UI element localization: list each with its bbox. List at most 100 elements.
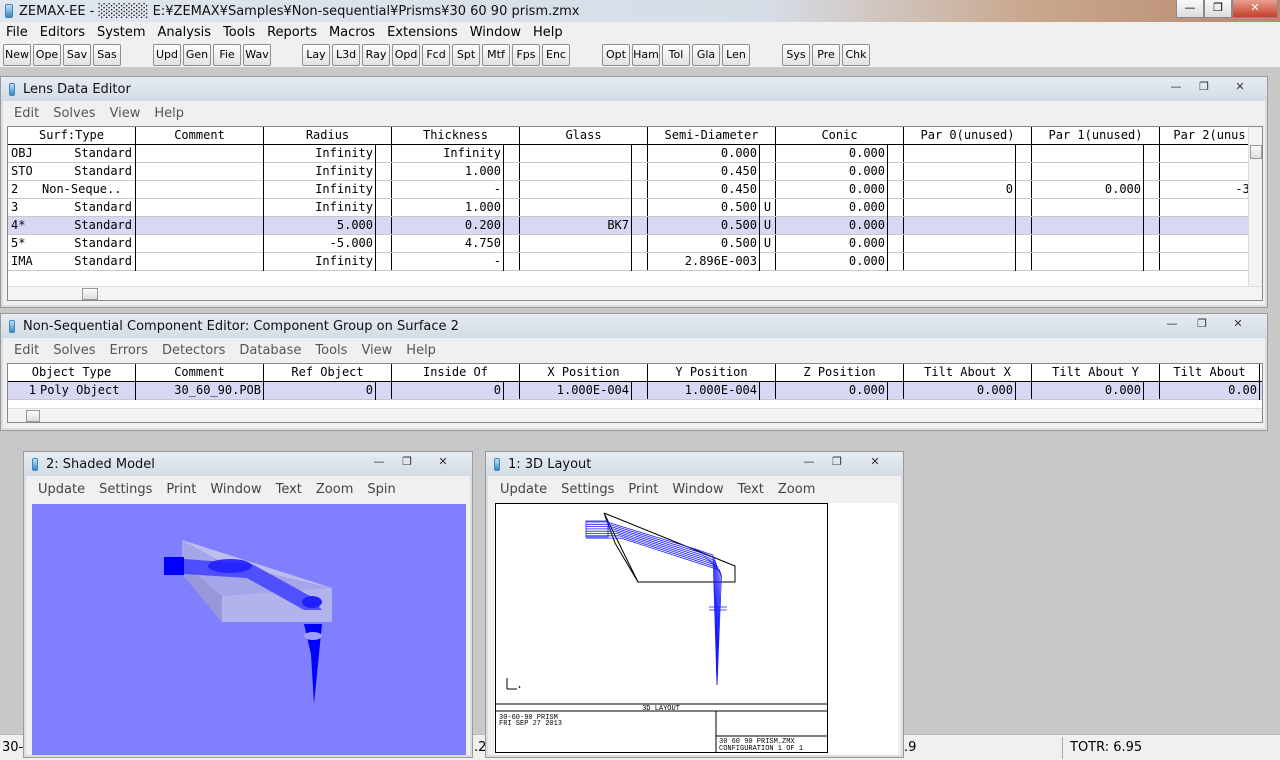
radius-cell[interactable]: Infinity xyxy=(264,253,376,271)
layout-menu-text[interactable]: Text xyxy=(731,482,771,497)
thickness-solve-cell[interactable] xyxy=(504,145,520,162)
lde-menu-view[interactable]: View xyxy=(102,106,147,121)
par0-cell[interactable]: 0 xyxy=(904,181,1016,199)
radius-solve-cell[interactable] xyxy=(376,145,392,162)
lde-row[interactable]: IMA Standard Infinity - 2.896E-003 0.000 xyxy=(8,253,1262,271)
nsce-menu-detectors[interactable]: Detectors xyxy=(155,343,232,358)
semi-diameter-solve-cell[interactable] xyxy=(760,253,776,270)
menu-editors[interactable]: Editors xyxy=(34,25,91,40)
shaded-menu-print[interactable]: Print xyxy=(159,482,203,497)
conic-cell[interactable]: 0.000 xyxy=(776,181,888,199)
conic-solve-cell[interactable] xyxy=(888,235,904,252)
lde-row[interactable]: 3 Standard Infinity 1.000 0.500 U 0.000 xyxy=(8,199,1262,217)
toolbar-button-1-0[interactable]: Upd xyxy=(153,44,181,66)
radius-cell[interactable]: Infinity xyxy=(264,163,376,181)
surf-type-cell[interactable]: STO Standard xyxy=(8,163,136,181)
minimize-button[interactable]: — xyxy=(1176,0,1204,18)
par1-cell[interactable] xyxy=(1032,217,1144,235)
semi-diameter-solve-cell[interactable] xyxy=(760,181,776,198)
conic-solve-cell[interactable] xyxy=(888,181,904,198)
nsce-header-cell[interactable]: X Position xyxy=(520,364,648,382)
nsce-close-button[interactable]: ✕ xyxy=(1227,318,1249,332)
shaded-minimize-button[interactable]: — xyxy=(368,456,390,470)
toolbar-button-3-0[interactable]: Opt xyxy=(602,44,630,66)
conic-solve-cell[interactable] xyxy=(888,199,904,216)
lde-row[interactable]: STO Standard Infinity 1.000 0.450 0.000 xyxy=(8,163,1262,181)
par0-solve-cell[interactable] xyxy=(1016,163,1032,180)
par0-solve-cell[interactable] xyxy=(1016,181,1032,198)
comment-cell[interactable] xyxy=(136,163,264,181)
layout-menu-print[interactable]: Print xyxy=(621,482,665,497)
comment-cell[interactable] xyxy=(136,181,264,199)
semi-diameter-cell[interactable]: 0.500 xyxy=(648,199,760,217)
glass-solve-cell[interactable] xyxy=(632,235,648,252)
toolbar-button-2-5[interactable]: Spt xyxy=(452,44,480,66)
par1-cell[interactable] xyxy=(1032,235,1144,253)
par1-solve-cell[interactable] xyxy=(1144,145,1160,162)
surf-type-cell[interactable]: 4* Standard xyxy=(8,217,136,235)
nsce-maximize-button[interactable]: ❐ xyxy=(1191,318,1213,332)
surf-type-cell[interactable]: 3 Standard xyxy=(8,199,136,217)
layout-maximize-button[interactable]: ❐ xyxy=(826,456,848,470)
menu-analysis[interactable]: Analysis xyxy=(152,25,218,40)
lde-horizontal-scrollbar[interactable] xyxy=(8,286,1262,300)
layout-canvas[interactable]: 3D LAYOUT 30-60-90 PRISM FRI SEP 27 2013… xyxy=(495,503,828,753)
radius-cell[interactable]: 5.000 xyxy=(264,217,376,235)
layout-menu-zoom[interactable]: Zoom xyxy=(771,482,822,497)
toolbar-button-2-0[interactable]: Lay xyxy=(302,44,330,66)
comment-cell[interactable] xyxy=(136,217,264,235)
toolbar-button-2-4[interactable]: Fcd xyxy=(422,44,450,66)
radius-solve-cell[interactable] xyxy=(376,199,392,216)
shaded-menu-zoom[interactable]: Zoom xyxy=(309,482,360,497)
glass-cell[interactable]: BK7 xyxy=(520,217,632,235)
thickness-cell[interactable]: - xyxy=(392,181,504,199)
conic-cell[interactable]: 0.000 xyxy=(776,145,888,163)
toolbar-button-4-1[interactable]: Pre xyxy=(812,44,840,66)
toolbar-button-2-2[interactable]: Ray xyxy=(362,44,390,66)
thickness-solve-cell[interactable] xyxy=(504,181,520,198)
lde-close-button[interactable]: ✕ xyxy=(1229,81,1251,95)
nsce-minimize-button[interactable]: — xyxy=(1161,318,1183,332)
par2-cell[interactable] xyxy=(1160,199,1260,217)
layout-close-button[interactable]: ✕ xyxy=(864,456,886,470)
toolbar-button-0-2[interactable]: Sav xyxy=(63,44,91,66)
comment-cell[interactable] xyxy=(136,253,264,271)
toolbar-button-1-2[interactable]: Fie xyxy=(213,44,241,66)
layout-menu-window[interactable]: Window xyxy=(665,482,730,497)
par1-solve-cell[interactable] xyxy=(1144,253,1160,270)
semi-diameter-cell[interactable]: 2.896E-003 xyxy=(648,253,760,271)
thickness-solve-cell[interactable] xyxy=(504,217,520,234)
par2-cell[interactable] xyxy=(1160,163,1260,181)
semi-diameter-cell[interactable]: 0.500 xyxy=(648,217,760,235)
restore-button[interactable]: ❐ xyxy=(1204,0,1232,18)
lde-row[interactable]: 4* Standard 5.000 0.200 BK7 0.500 U 0.000 xyxy=(8,217,1262,235)
menu-tools[interactable]: Tools xyxy=(217,25,261,40)
z-position-cell-solve[interactable] xyxy=(888,382,904,399)
lde-header-cell[interactable]: Par 2(unus xyxy=(1160,127,1260,145)
object-comment-cell[interactable]: 30_60_90.POB xyxy=(136,382,264,400)
toolbar-button-2-8[interactable]: Enc xyxy=(542,44,570,66)
lde-hscroll-thumb[interactable] xyxy=(82,288,98,300)
lde-header-cell[interactable]: Surf:Type xyxy=(8,127,136,145)
nsce-header-cell[interactable]: Y Position xyxy=(648,364,776,382)
toolbar-button-0-3[interactable]: Sas xyxy=(93,44,121,66)
radius-solve-cell[interactable] xyxy=(376,235,392,252)
par1-cell[interactable] xyxy=(1032,253,1144,271)
nsce-menu-errors[interactable]: Errors xyxy=(102,343,154,358)
toolbar-button-3-1[interactable]: Ham xyxy=(632,44,660,66)
nsce-row[interactable]: 1 Poly Object 30_60_90.POB 0 0 1.000E-004 1.00… xyxy=(8,382,1262,400)
lde-minimize-button[interactable]: — xyxy=(1165,81,1187,95)
glass-solve-cell[interactable] xyxy=(632,199,648,216)
par1-cell[interactable] xyxy=(1032,145,1144,163)
comment-cell[interactable] xyxy=(136,235,264,253)
par1-solve-cell[interactable] xyxy=(1144,235,1160,252)
inside-of-cell[interactable]: 0 xyxy=(392,382,504,400)
radius-solve-cell[interactable] xyxy=(376,181,392,198)
toolbar-button-2-1[interactable]: L3d xyxy=(332,44,360,66)
toolbar-button-3-2[interactable]: Tol xyxy=(662,44,690,66)
semi-diameter-solve-cell[interactable]: U xyxy=(760,235,776,252)
comment-cell[interactable] xyxy=(136,145,264,163)
par1-solve-cell[interactable] xyxy=(1144,163,1160,180)
nsce-header-cell[interactable]: Inside Of xyxy=(392,364,520,382)
shaded-menu-settings[interactable]: Settings xyxy=(92,482,159,497)
